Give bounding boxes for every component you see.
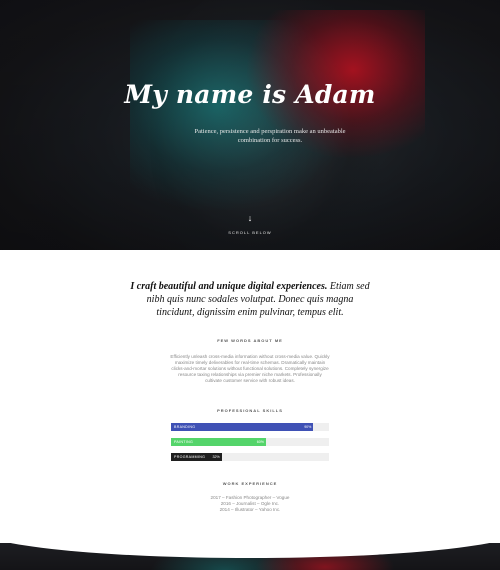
skill-bar: PROGRAMMING 32% [171,453,329,461]
skill-name: BRANDING [174,425,196,429]
skill-bar: BRANDING 90% [171,423,329,431]
hero-tagline: Patience, persistence and perspiration m… [194,128,346,144]
about-text: Efficiently unleash cross-media informat… [170,354,330,384]
intro-statement: I craft beautiful and unique digital exp… [130,280,370,319]
experience-heading: WORK EXPERIENCE [222,481,278,486]
skill-name: PROGRAMMING [174,455,206,459]
skill-percent: 90% [304,425,312,429]
experience-item: 2014 – Illustrator – Yahoo Inc. [219,507,281,513]
arrow-down-icon[interactable]: ↓ [243,213,257,225]
skills-list: BRANDING 90% PAINTING 60% PROGRAMMING 32% [171,423,329,468]
hero-section: My name is Adam Patience, persistence an… [0,0,500,250]
experience-list: 2017 – Fashion Photographer – Vogue 2016 … [150,495,350,514]
skill-bar: PAINTING 60% [171,438,329,446]
about-heading: FEW WORDS ABOUT ME [217,338,283,343]
skill-percent: 32% [212,455,220,459]
intro-bold: I craft beautiful and unique digital exp… [130,281,328,292]
skill-percent: 60% [256,440,264,444]
skills-heading: PROFESSIONAL SKILLS [217,408,283,413]
skill-name: PAINTING [174,440,194,444]
hero-title: My name is Adam [124,80,376,109]
scroll-below-link[interactable]: SCROLL BELOW [200,230,300,235]
